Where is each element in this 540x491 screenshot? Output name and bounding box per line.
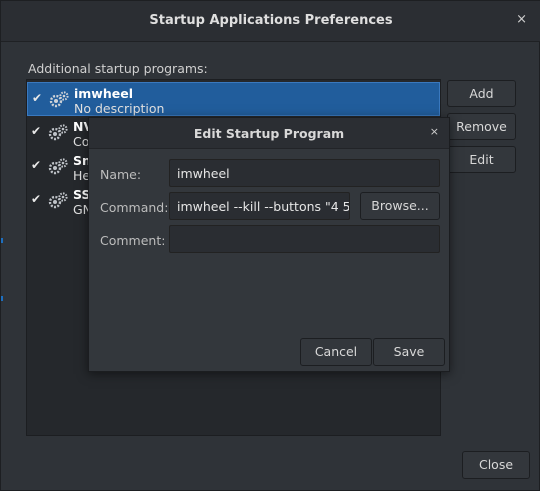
- dialog-close-icon[interactable]: ×: [430, 125, 439, 138]
- list-label: Additional startup programs:: [28, 61, 208, 76]
- command-label: Command:: [100, 200, 169, 215]
- item-description: Co: [73, 134, 90, 149]
- check-icon[interactable]: ✔: [31, 193, 43, 205]
- command-field[interactable]: imwheel --kill --buttons "4 5": [169, 192, 350, 220]
- check-icon[interactable]: ✔: [31, 159, 43, 171]
- check-icon[interactable]: ✔: [32, 92, 44, 104]
- list-item-imwheel[interactable]: ✔ imwheel No description: [27, 82, 440, 116]
- item-name: imwheel: [74, 86, 133, 101]
- remove-button[interactable]: Remove: [447, 113, 516, 140]
- background-edge: [1, 296, 3, 301]
- save-button[interactable]: Save: [373, 338, 445, 366]
- name-field[interactable]: imwheel: [169, 159, 440, 187]
- add-button[interactable]: Add: [447, 80, 516, 107]
- check-icon[interactable]: ✔: [31, 125, 43, 137]
- comment-field[interactable]: [169, 225, 440, 253]
- edit-button[interactable]: Edit: [447, 146, 516, 173]
- title-bar: Startup Applications Preferences ×: [1, 1, 540, 42]
- cancel-button[interactable]: Cancel: [300, 338, 372, 366]
- name-label: Name:: [100, 167, 142, 182]
- item-description: No description: [74, 101, 165, 116]
- gears-icon: [48, 192, 68, 209]
- dialog-title-bar: Edit Startup Program ×: [89, 118, 449, 149]
- browse-button[interactable]: Browse...: [360, 192, 440, 220]
- background-edge: [1, 238, 3, 243]
- gears-icon: [49, 91, 69, 108]
- close-button[interactable]: Close: [462, 451, 530, 479]
- dialog-title: Edit Startup Program: [193, 126, 345, 141]
- gears-icon: [48, 124, 68, 141]
- window-close-icon[interactable]: ×: [516, 12, 527, 27]
- comment-label: Comment:: [100, 233, 166, 248]
- gears-icon: [48, 158, 68, 175]
- edit-startup-program-dialog: Edit Startup Program × Name: imwheel Com…: [88, 117, 450, 372]
- window-title: Startup Applications Preferences: [149, 13, 393, 28]
